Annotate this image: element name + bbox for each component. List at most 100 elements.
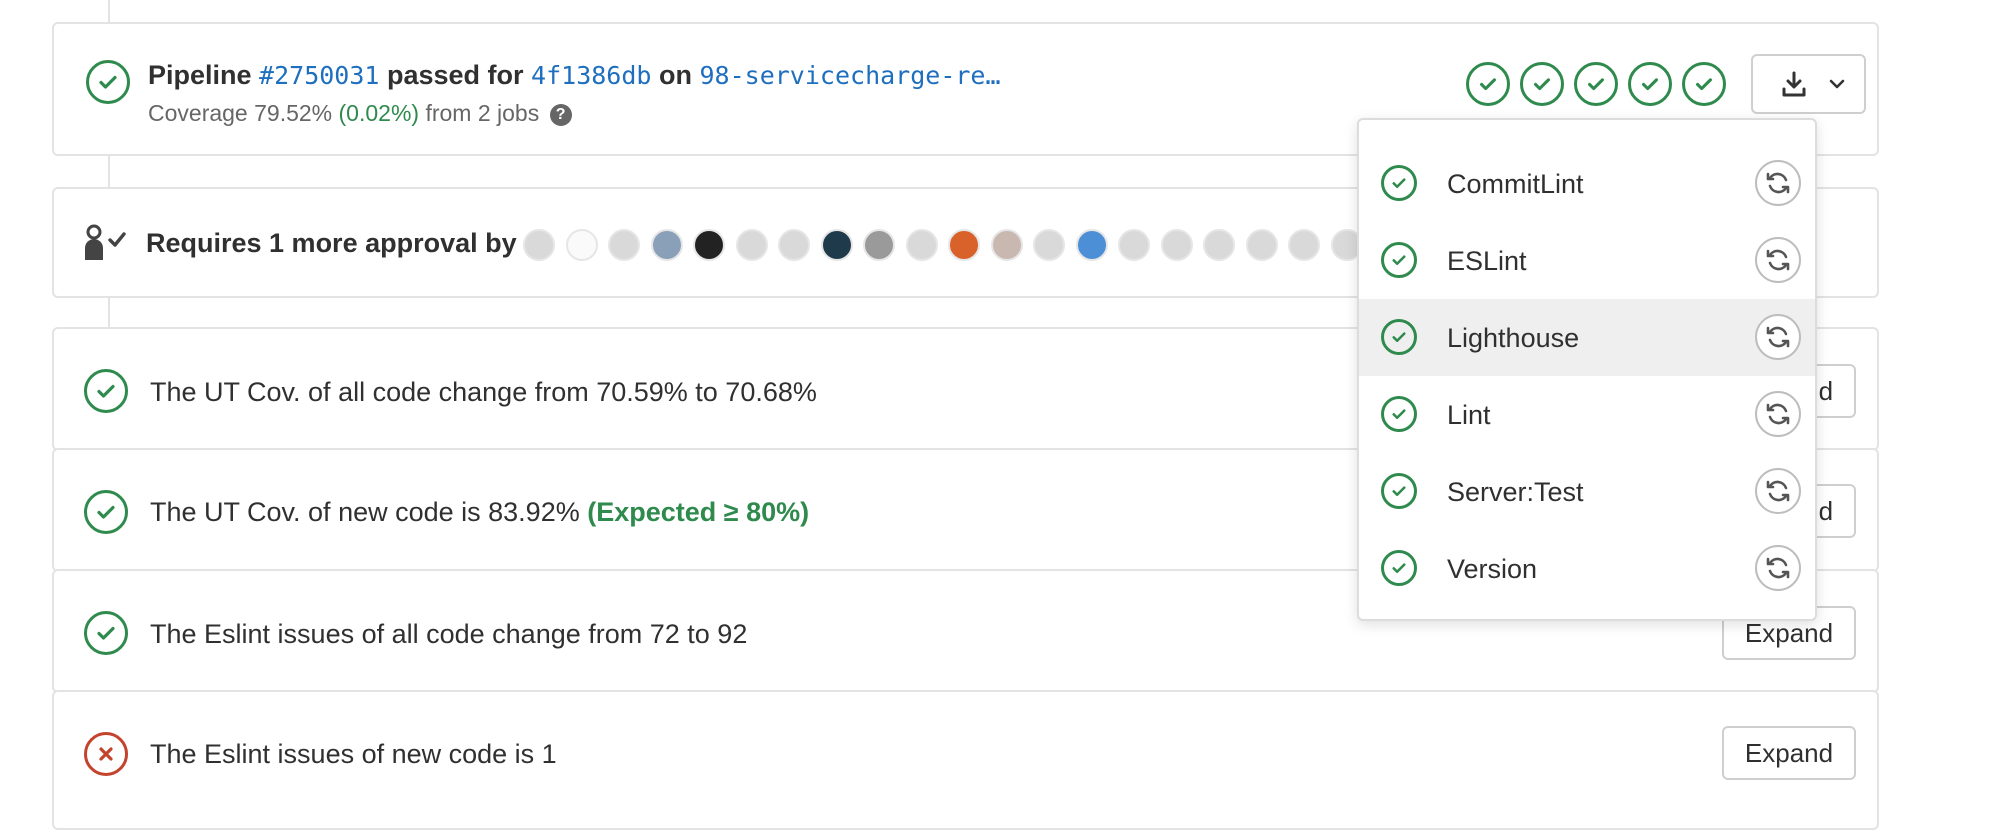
check-icon <box>1588 78 1604 91</box>
coverage-line: Coverage 79.52% (0.02%) from 2 jobs ? <box>148 100 572 127</box>
avatar[interactable] <box>608 229 640 261</box>
avatar[interactable] <box>1203 229 1235 261</box>
check-icon <box>1696 78 1712 91</box>
job-passed-icon <box>1381 550 1417 586</box>
coverage-value: Coverage 79.52% <box>148 100 333 126</box>
report-title: The Eslint issues of new code is 1 <box>150 739 557 769</box>
job-passed-icon <box>1381 319 1417 355</box>
on-text: on <box>658 60 692 90</box>
avatar[interactable] <box>566 229 598 261</box>
job-passed-icon <box>1381 396 1417 432</box>
avatar[interactable] <box>1246 229 1278 261</box>
report-title-text: The UT Cov. of new code is 83.92% <box>150 497 580 527</box>
branch-link[interactable]: 98-servicecharge-re… <box>700 61 1001 90</box>
dropdown-item-commitlint[interactable]: CommitLint <box>1359 145 1815 222</box>
retry-button[interactable] <box>1755 314 1801 360</box>
stage-status-icon[interactable] <box>1520 62 1564 106</box>
avatar[interactable] <box>863 229 895 261</box>
commit-link[interactable]: 4f1386db <box>531 61 651 90</box>
retry-icon <box>1766 249 1790 271</box>
check-icon <box>1392 563 1406 574</box>
dropdown-item-lighthouse[interactable]: Lighthouse <box>1359 299 1815 376</box>
question-circle-icon[interactable]: ? <box>549 103 572 126</box>
avatar[interactable] <box>651 229 683 261</box>
download-artifacts-button[interactable] <box>1751 54 1866 114</box>
report-success-icon <box>84 611 128 655</box>
job-passed-icon <box>1381 165 1417 201</box>
check-icon <box>1392 255 1406 266</box>
dropdown-item-version[interactable]: Version <box>1359 530 1815 607</box>
check-icon <box>99 75 117 89</box>
avatar[interactable] <box>1118 229 1150 261</box>
job-passed-icon <box>1381 242 1417 278</box>
avatar[interactable] <box>1076 229 1108 261</box>
avatar[interactable] <box>1033 229 1065 261</box>
check-icon <box>1392 486 1406 497</box>
dropdown-item-eslint[interactable]: ESLint <box>1359 222 1815 299</box>
pipeline-title: Pipeline #2750031 passed for 4f1386db on… <box>148 60 1001 91</box>
pipeline-id-link[interactable]: #2750031 <box>259 61 379 90</box>
stage-status-icon[interactable] <box>1628 62 1672 106</box>
dropdown-item-lint[interactable]: Lint <box>1359 376 1815 453</box>
job-name: Version <box>1447 554 1538 584</box>
check-icon <box>97 384 115 398</box>
check-icon <box>97 626 115 640</box>
check-icon <box>1534 78 1550 91</box>
report-success-icon <box>84 490 128 534</box>
pipeline-word: Pipeline <box>148 60 252 90</box>
retry-icon <box>1766 557 1790 579</box>
avatar[interactable] <box>1161 229 1193 261</box>
pipeline-status-icon[interactable] <box>86 60 130 104</box>
retry-button[interactable] <box>1755 391 1801 437</box>
report-title: The Eslint issues of all code change fro… <box>150 619 748 649</box>
avatar[interactable] <box>906 229 938 261</box>
job-name: Server:Test <box>1447 477 1584 507</box>
avatar[interactable] <box>1288 229 1320 261</box>
job-name: CommitLint <box>1447 169 1584 199</box>
stage-status-icon[interactable] <box>1574 62 1618 106</box>
job-passed-icon <box>1381 473 1417 509</box>
approval-user-check-icon <box>85 224 126 260</box>
check-icon <box>1642 78 1658 91</box>
avatar[interactable] <box>693 229 725 261</box>
passed-for-text: passed for <box>386 60 524 90</box>
report-success-icon <box>84 369 128 413</box>
avatar[interactable] <box>736 229 768 261</box>
retry-button[interactable] <box>1755 160 1801 206</box>
report-title: The UT Cov. of new code is 83.92% (Expec… <box>150 497 809 528</box>
avatar[interactable] <box>991 229 1023 261</box>
retry-button[interactable] <box>1755 545 1801 591</box>
coverage-delta: (0.02%) <box>338 100 420 126</box>
expected-threshold: (Expected ≥ 80%) <box>587 497 810 527</box>
avatar[interactable] <box>778 229 810 261</box>
close-icon <box>99 747 113 761</box>
download-icon <box>1782 71 1806 97</box>
report-title: The UT Cov. of all code change from 70.5… <box>150 377 817 407</box>
avatar[interactable] <box>821 229 853 261</box>
chevron-down-icon <box>1829 79 1845 89</box>
check-icon <box>1480 78 1496 91</box>
dropdown-item-server-test[interactable]: Server:Test <box>1359 453 1815 530</box>
coverage-source: from 2 jobs <box>425 100 540 126</box>
retry-button[interactable] <box>1755 468 1801 514</box>
check-icon <box>1392 409 1406 420</box>
avatar[interactable] <box>523 229 555 261</box>
retry-icon <box>1766 480 1790 502</box>
retry-icon <box>1766 326 1790 348</box>
stage-status-icon[interactable] <box>1466 62 1510 106</box>
check-icon <box>1392 178 1406 189</box>
check-icon <box>97 505 115 519</box>
stage-status-icon[interactable] <box>1682 62 1726 106</box>
retry-icon <box>1766 172 1790 194</box>
approval-text: Requires 1 more approval by <box>146 228 517 258</box>
check-icon <box>1392 332 1406 343</box>
job-name: ESLint <box>1447 246 1527 276</box>
job-name: Lighthouse <box>1447 323 1580 353</box>
retry-icon <box>1766 403 1790 425</box>
expand-button[interactable]: Expand <box>1722 726 1856 780</box>
avatar[interactable] <box>948 229 980 261</box>
job-name: Lint <box>1447 400 1491 430</box>
retry-button[interactable] <box>1755 237 1801 283</box>
jobs-dropdown: CommitLint ESLint Lighthouse Lint Server… <box>1357 118 1817 621</box>
report-failed-icon <box>84 732 128 776</box>
